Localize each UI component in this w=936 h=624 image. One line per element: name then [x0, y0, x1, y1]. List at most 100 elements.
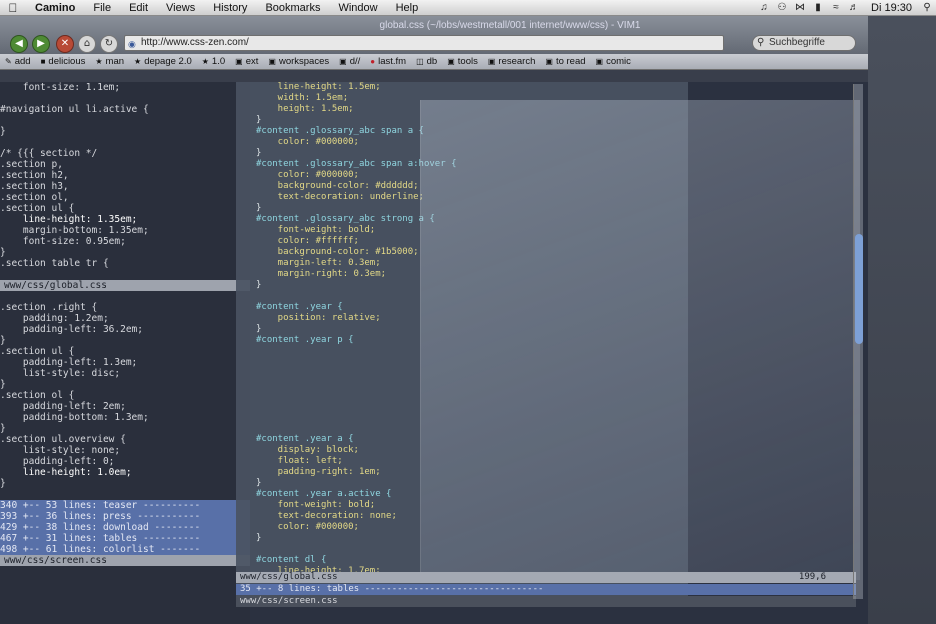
left-code-line[interactable]: [0, 489, 250, 500]
left-code-line[interactable]: 498 +-- 61 lines: colorlist -------: [0, 544, 250, 555]
left-code-line[interactable]: font-size: 1.1em;: [0, 82, 250, 93]
left-code-line[interactable]: 393 +-- 36 lines: press -----------: [0, 511, 250, 522]
stop-button[interactable]: ✕: [56, 35, 74, 53]
user-icon[interactable]: ⚇: [773, 2, 791, 13]
left-code-line[interactable]: line-height: 1.0em;: [0, 467, 250, 478]
left-code-line[interactable]: .section h2,: [0, 170, 250, 181]
back-arrow-icon: ◀: [15, 38, 23, 49]
left-code-line[interactable]: line-height: 1.35em;: [0, 214, 250, 225]
bookmark-label: depage 2.0: [144, 56, 192, 67]
left-code-line[interactable]: .section table tr {: [0, 258, 250, 269]
left-editor-pane[interactable]: font-size: 1.1em; #navigation ul li.activ…: [0, 82, 250, 624]
url-input[interactable]: ◉ http://www.css-zen.com/: [124, 35, 724, 51]
left-code-line[interactable]: list-style: none;: [0, 445, 250, 456]
left-code-line[interactable]: .section p,: [0, 159, 250, 170]
menu-views[interactable]: Views: [157, 2, 204, 14]
bookmark-label: d//: [349, 56, 361, 67]
left-code-line[interactable]: font-size: 0.95em;: [0, 236, 250, 247]
bookmark-research[interactable]: ▣ research: [483, 56, 541, 67]
left-code-line[interactable]: .section .right {: [0, 302, 250, 313]
menubar-clock[interactable]: Di 19:30: [863, 2, 918, 14]
left-code-line[interactable]: padding-bottom: 1.3em;: [0, 412, 250, 423]
bookmark-comic[interactable]: ▣ comic: [591, 56, 636, 67]
left-code-line[interactable]: [0, 115, 250, 126]
left-code-line[interactable]: .section h3,: [0, 181, 250, 192]
left-code-line[interactable]: }: [0, 335, 250, 346]
bookmark-db[interactable]: ◫ db: [411, 56, 442, 67]
bookmark-label: comic: [606, 56, 631, 67]
bookmark-tools[interactable]: ▣ tools: [442, 56, 483, 67]
main-code-line[interactable]: line-height: 1.5em;: [236, 82, 688, 93]
menu-file[interactable]: File: [84, 2, 120, 14]
left-code-line[interactable]: }: [0, 423, 250, 434]
bookmarks-bar: ✎ add ■ delicious ★ man ★ depage 2.0 ★ 1.0 ▣ e…: [0, 54, 868, 70]
left-code-line[interactable]: }: [0, 379, 250, 390]
home-button[interactable]: ⌂: [78, 35, 96, 53]
star-icon: ★: [201, 57, 209, 66]
left-code-line[interactable]: }: [0, 247, 250, 258]
music-icon[interactable]: ♫: [755, 2, 773, 13]
apple-icon[interactable]: : [0, 1, 26, 15]
folder-icon: ▣: [339, 57, 347, 66]
left-code-line[interactable]: #navigation ul li.active {: [0, 104, 250, 115]
bookmark-1-0[interactable]: ★ 1.0: [197, 56, 230, 67]
delicious-icon: ■: [40, 57, 46, 66]
menu-bookmarks[interactable]: Bookmarks: [256, 2, 329, 14]
left-code-line[interactable]: 467 +-- 31 lines: tables ----------: [0, 533, 250, 544]
back-button[interactable]: ◀: [10, 35, 28, 53]
scrollbar-thumb[interactable]: [855, 234, 863, 344]
reload-icon: ↻: [104, 38, 114, 49]
volume-icon[interactable]: ♬: [845, 2, 863, 13]
menu-window[interactable]: Window: [329, 2, 386, 14]
reload-button[interactable]: ↻: [100, 35, 118, 53]
search-placeholder: Suchbegriffe: [769, 37, 825, 48]
left-code-line[interactable]: [0, 137, 250, 148]
bookmark-label: db: [426, 56, 438, 67]
bookmark-ext[interactable]: ▣ ext: [230, 56, 263, 67]
menu-edit[interactable]: Edit: [120, 2, 157, 14]
bookmark-depage-2[interactable]: ★ depage 2.0: [129, 56, 197, 67]
left-code-line[interactable]: padding-left: 0;: [0, 456, 250, 467]
menu-history[interactable]: History: [204, 2, 256, 14]
bookmark-d[interactable]: ▣ d//: [334, 56, 365, 67]
left-code-line[interactable]: .section ol {: [0, 390, 250, 401]
menu-help[interactable]: Help: [387, 2, 428, 14]
bluetooth-icon[interactable]: ⋈: [791, 2, 809, 13]
left-code-line[interactable]: .section ul {: [0, 203, 250, 214]
left-code-line[interactable]: }: [0, 478, 250, 489]
left-code-line[interactable]: margin-bottom: 1.35em;: [0, 225, 250, 236]
left-code-line[interactable]: padding-left: 36.2em;: [0, 324, 250, 335]
left-code-line[interactable]: [0, 93, 250, 104]
bookmark-add[interactable]: ✎ add: [0, 56, 36, 67]
search-input[interactable]: ⚲ Suchbegriffe: [752, 35, 856, 51]
bookmark-delicious[interactable]: ■ delicious: [36, 56, 91, 67]
left-code-line[interactable]: .section ul.overview {: [0, 434, 250, 445]
bookmark-workspaces[interactable]: ▣ workspaces: [263, 56, 334, 67]
bookmark-man[interactable]: ★ man: [90, 56, 129, 67]
menu-app-name[interactable]: Camino: [26, 2, 84, 14]
left-code-line[interactable]: padding-left: 1.3em;: [0, 357, 250, 368]
background-window-strip: [868, 16, 936, 624]
left-code-line[interactable]: /* {{{ section */: [0, 148, 250, 159]
bookmark-lastfm[interactable]: ● last.fm: [365, 56, 411, 67]
bookmark-label: tools: [457, 56, 478, 67]
left-code-line[interactable]: .section ul {: [0, 346, 250, 357]
forward-arrow-icon: ▶: [37, 38, 45, 49]
left-code-line[interactable]: 340 +-- 53 lines: teaser ----------: [0, 500, 250, 511]
vertical-scrollbar[interactable]: [853, 84, 863, 599]
wifi-icon[interactable]: ≈: [827, 2, 845, 13]
left-code-line[interactable]: }: [0, 126, 250, 137]
battery-icon[interactable]: ▮: [809, 2, 827, 13]
left-code-line[interactable]: [0, 291, 250, 302]
left-code-line[interactable]: [0, 269, 250, 280]
left-code-line[interactable]: padding-left: 2em;: [0, 401, 250, 412]
left-code-line[interactable]: .section ol,: [0, 192, 250, 203]
main-fold-line[interactable]: 35 +-- 8 lines: tables -----------------…: [236, 584, 856, 595]
left-code-line[interactable]: list-style: disc;: [0, 368, 250, 379]
left-code-line[interactable]: 429 +-- 38 lines: download --------: [0, 522, 250, 533]
left-code-line[interactable]: padding: 1.2em;: [0, 313, 250, 324]
main-status-pos: 199,6: [798, 572, 826, 582]
forward-button[interactable]: ▶: [32, 35, 50, 53]
spotlight-icon[interactable]: ⚲: [918, 2, 936, 13]
bookmark-to-read[interactable]: ▣ to read: [540, 56, 590, 67]
